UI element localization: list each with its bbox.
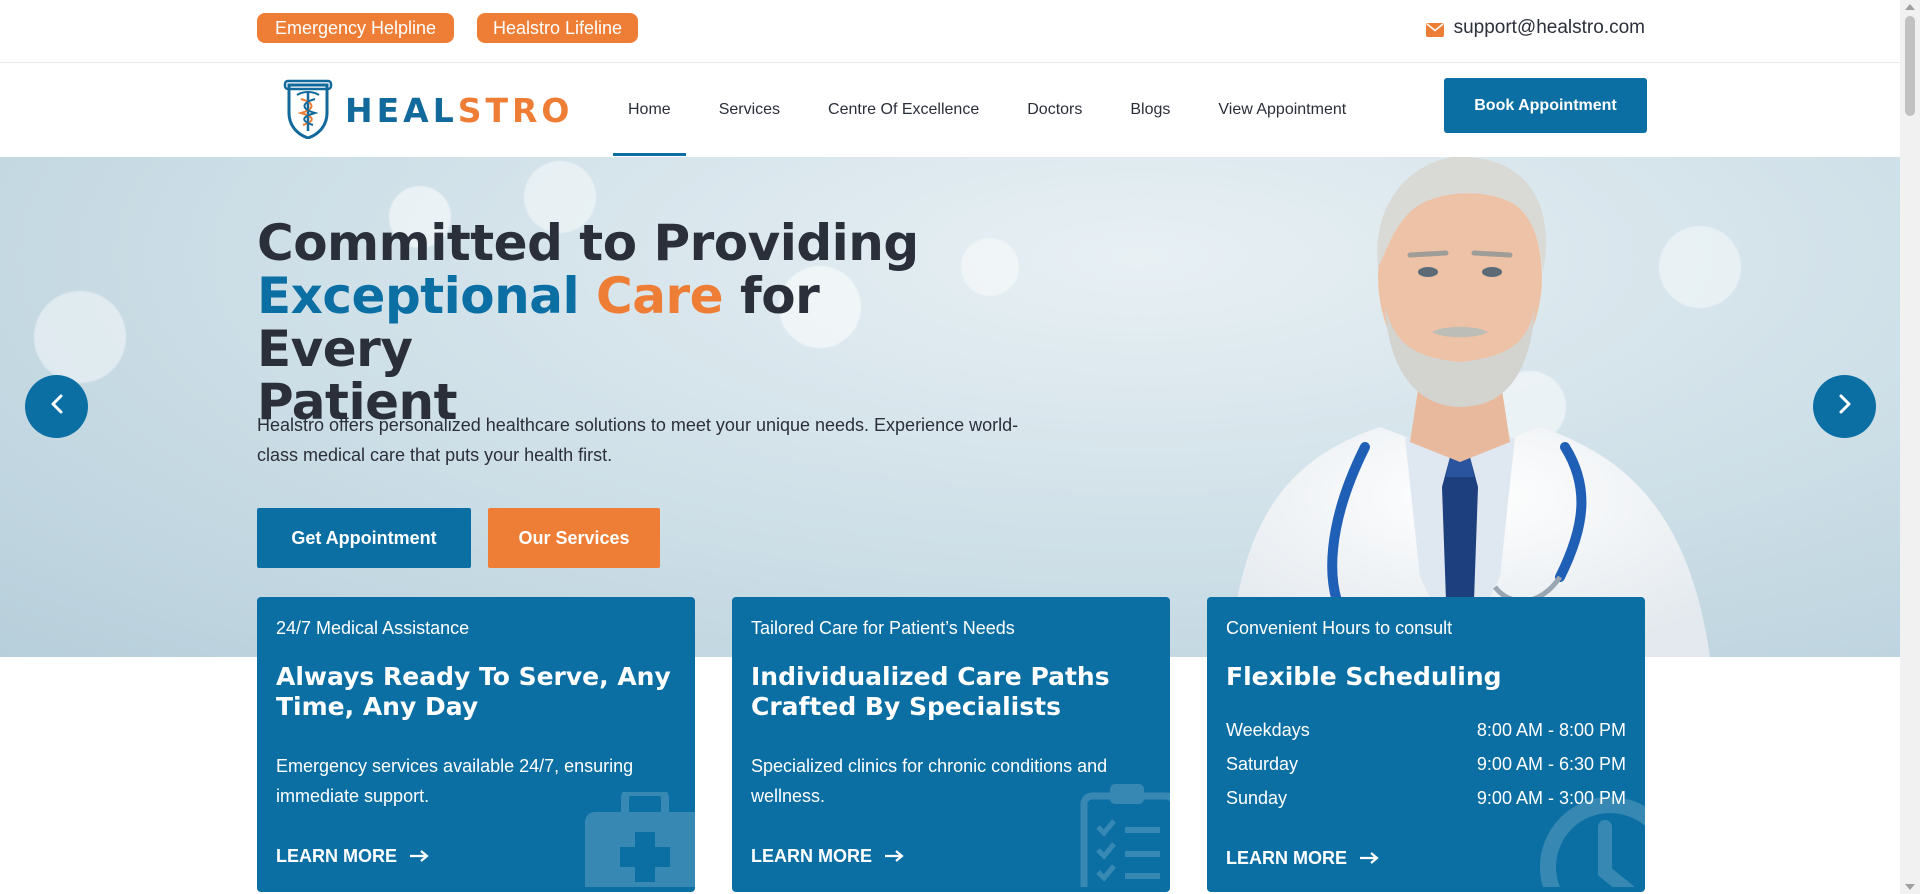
healstro-logo[interactable]: HEALSTRO: [283, 78, 573, 142]
hours-day: Saturday: [1226, 754, 1299, 774]
support-email-link[interactable]: support@healstro.com: [1425, 15, 1645, 41]
nav-item-centre-of-excellence[interactable]: Centre Of Excellence: [813, 64, 994, 156]
logo-part-heal: HEAL: [345, 90, 458, 130]
emergency-helpline-button[interactable]: Emergency Helpline: [257, 13, 454, 43]
clipboard-checklist-icon: [1080, 782, 1170, 892]
arrow-right-icon: [884, 846, 904, 867]
primary-nav: Home Services Centre Of Excellence Docto…: [613, 64, 1379, 156]
card-title: Always Ready To Serve, Any Time, Any Day: [276, 662, 671, 721]
hours-day: Weekdays: [1226, 720, 1310, 740]
logo-wordmark: HEALSTRO: [345, 91, 573, 130]
logo-part-stro: STRO: [457, 90, 574, 130]
book-appointment-button[interactable]: Book Appointment: [1444, 78, 1647, 133]
chevron-right-icon: [1836, 393, 1854, 420]
nav-item-blogs[interactable]: Blogs: [1115, 64, 1185, 156]
hero-title-line1: Committed to Providing: [257, 214, 919, 272]
card-kicker: Tailored Care for Patient’s Needs: [751, 618, 1015, 638]
hero-title-exceptional: Exceptional: [257, 267, 580, 325]
hours-row-weekdays: Weekdays 8:00 AM - 8:00 PM: [1226, 713, 1626, 747]
nav-item-view-appointment[interactable]: View Appointment: [1203, 64, 1361, 156]
card-title: Individualized Care Paths Crafted By Spe…: [751, 662, 1110, 721]
card-kicker: 24/7 Medical Assistance: [276, 618, 470, 638]
arrow-right-icon: [409, 846, 429, 867]
hero-title-care: Care: [596, 267, 724, 325]
nav-item-doctors[interactable]: Doctors: [1012, 64, 1097, 156]
nav-item-home[interactable]: Home: [613, 64, 686, 156]
carousel-next-button[interactable]: [1813, 375, 1876, 438]
info-card-medical-assistance: 24/7 Medical Assistance Always Ready To …: [257, 597, 695, 892]
carousel-prev-button[interactable]: [25, 375, 88, 438]
healstro-lifeline-button[interactable]: Healstro Lifeline: [477, 13, 638, 43]
our-services-button[interactable]: Our Services: [488, 508, 660, 568]
learn-more-label: LEARN MORE: [751, 846, 872, 866]
info-card-flexible-scheduling: Convenient Hours to consult Flexible Sch…: [1207, 597, 1645, 892]
get-appointment-button[interactable]: Get Appointment: [257, 508, 471, 568]
clock-icon: [1535, 792, 1645, 892]
medical-kit-icon: [585, 788, 695, 892]
learn-more-link[interactable]: LEARN MORE: [751, 846, 904, 867]
chevron-left-icon: [48, 393, 66, 420]
scrollbar-thumb[interactable]: [1905, 16, 1915, 116]
info-card-tailored-care: Tailored Care for Patient’s Needs Indivi…: [732, 597, 1170, 892]
hero-title: Committed to Providing Exceptional Care …: [257, 217, 957, 429]
nav-item-services[interactable]: Services: [704, 64, 795, 156]
arrow-right-icon: [1359, 848, 1379, 869]
doctor-image: [1230, 157, 1710, 657]
hours-time: 8:00 AM - 8:00 PM: [1476, 720, 1626, 740]
hero-banner: Committed to Providing Exceptional Care …: [0, 157, 1900, 657]
learn-more-link[interactable]: LEARN MORE: [276, 846, 429, 867]
learn-more-link[interactable]: LEARN MORE: [1226, 848, 1379, 869]
hours-day: Sunday: [1226, 788, 1288, 808]
learn-more-label: LEARN MORE: [1226, 848, 1347, 868]
hero-description: Healstro offers personalized healthcare …: [257, 415, 1019, 465]
page-scrollbar[interactable]: [1900, 0, 1920, 894]
support-email-text: support@healstro.com: [1453, 17, 1645, 38]
scroll-down-arrow-icon[interactable]: [1905, 884, 1915, 890]
hours-row-saturday: Saturday 9:00 AM - 6:30 PM: [1226, 747, 1626, 781]
top-bar: Emergency Helpline Healstro Lifeline sup…: [0, 0, 1900, 63]
hours-time: 9:00 AM - 6:30 PM: [1476, 754, 1626, 774]
learn-more-label: LEARN MORE: [276, 846, 397, 866]
envelope-icon: [1425, 21, 1444, 37]
card-kicker: Convenient Hours to consult: [1226, 618, 1453, 638]
card-title: Flexible Scheduling: [1226, 662, 1502, 691]
scroll-up-arrow-icon[interactable]: [1905, 4, 1915, 10]
main-navbar: HEALSTRO Home Services Centre Of Excelle…: [0, 64, 1900, 156]
caduceus-shield-icon: [283, 77, 333, 144]
